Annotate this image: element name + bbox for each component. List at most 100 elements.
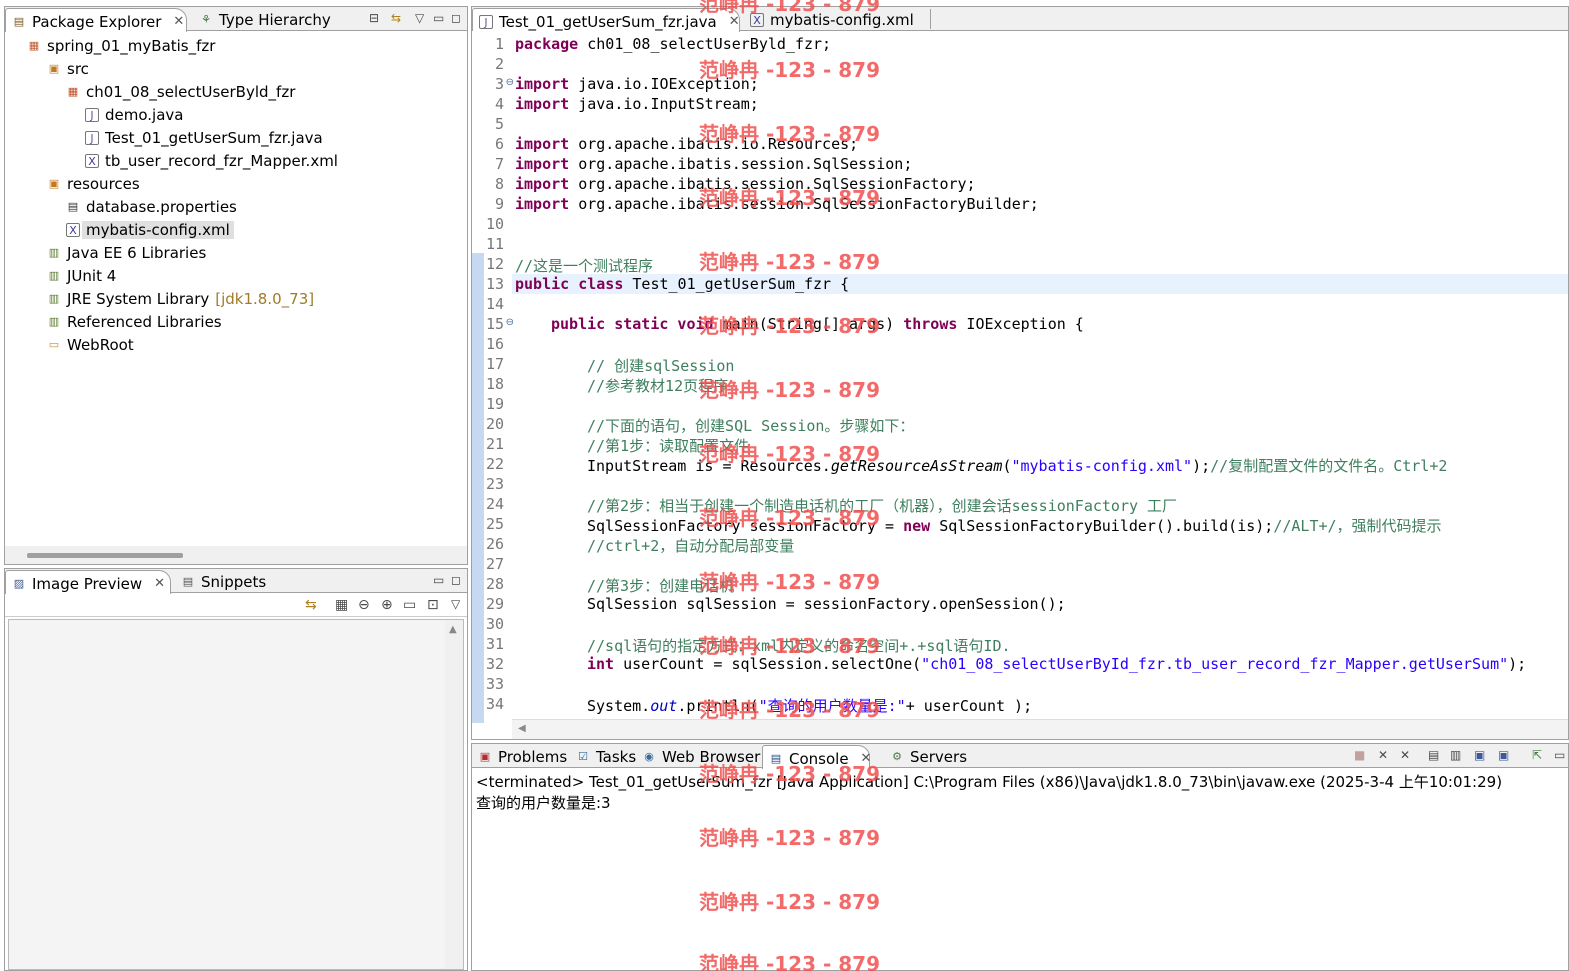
code-line-9: import org.apache.ibatis.session.SqlSess… xyxy=(515,195,1039,213)
code-area[interactable]: package ch01_08_selectUserByld_fzr; impo… xyxy=(472,31,1568,717)
code-text: org.apache.ibatis.session.SqlSessionFact… xyxy=(569,195,1039,213)
tree-item-mybatis-config[interactable]: X mybatis-config.xml xyxy=(66,218,234,241)
zoom-out-icon[interactable]: ⊖ xyxy=(358,597,370,613)
tree-item-database-properties[interactable]: ▤ database.properties xyxy=(66,195,237,218)
tab-console[interactable]: ▤ Console ✕ xyxy=(762,745,872,769)
tree-item-label: mybatis-config.xml xyxy=(82,220,234,239)
code-text: System. xyxy=(587,697,651,715)
code-text: ); xyxy=(1508,655,1527,673)
tree-item-junit[interactable]: ▥ JUnit 4 xyxy=(47,264,116,287)
scroll-left-icon[interactable]: ◀ xyxy=(518,723,526,734)
maximize-icon[interactable]: ◻ xyxy=(451,11,461,25)
tree-item-label: JUnit 4 xyxy=(67,266,117,285)
collapse-all-icon[interactable]: ⊟ xyxy=(369,11,379,25)
tab-mybatis-config[interactable]: X mybatis-config.xml xyxy=(744,8,922,30)
clear-console-icon[interactable]: ▤ xyxy=(1428,748,1439,762)
code-text: main(String[] args) xyxy=(713,315,904,333)
tab-type-hierarchy[interactable]: ⚘ Type Hierarchy xyxy=(193,8,339,30)
fit-window-icon[interactable]: ⊡ xyxy=(427,597,439,613)
tree-item-src[interactable]: ▣ src xyxy=(47,57,89,80)
console-icon: ▤ xyxy=(770,751,782,765)
java-file-icon: J xyxy=(85,130,99,145)
scroll-lock-icon[interactable]: ▥ xyxy=(1450,748,1461,762)
tree-item-project[interactable]: ▦ spring_01_myBatis_fzr xyxy=(27,34,216,57)
pin-console-icon[interactable]: ⇱ xyxy=(1532,748,1542,762)
tree-item-jre-library[interactable]: ▥ JRE System Library [jdk1.8.0_73] xyxy=(47,287,314,310)
view-menu-icon[interactable]: ▽ xyxy=(415,11,424,25)
tasks-icon: ☑ xyxy=(578,750,588,763)
tree-item-label: Referenced Libraries xyxy=(67,312,222,331)
close-icon[interactable]: ✕ xyxy=(861,751,872,766)
keyword: package xyxy=(515,35,579,53)
close-icon[interactable]: ✕ xyxy=(173,14,184,29)
library-icon: ▥ xyxy=(48,268,60,282)
code-line-15: public static void main(String[] args) t… xyxy=(551,315,1084,333)
tree-item-label: Test_01_getUserSum_fzr.java xyxy=(105,128,323,147)
scroll-up-icon[interactable]: ▲ xyxy=(449,624,457,635)
horizontal-scrollbar[interactable] xyxy=(5,546,467,564)
code-text: SqlSessionFactoryBuilder().build(is); xyxy=(930,517,1274,535)
tree-item-resources[interactable]: ▣ resources xyxy=(47,172,140,195)
tree-item-referenced-libraries[interactable]: ▥ Referenced Libraries xyxy=(47,310,222,333)
code-line-29: SqlSession sqlSession = sessionFactory.o… xyxy=(587,595,1066,613)
view-menu-icon[interactable]: ▽ xyxy=(451,597,460,611)
close-icon[interactable]: ✕ xyxy=(729,14,740,29)
keyword: int xyxy=(587,655,615,673)
scrollbar-thumb[interactable] xyxy=(27,553,183,558)
tree-item-package[interactable]: ▦ ch01_08_selectUserByld_fzr xyxy=(66,80,296,103)
properties-file-icon: ▤ xyxy=(67,199,79,213)
tab-image-preview[interactable]: ▨ Image Preview ✕ xyxy=(5,570,171,594)
string-literal: "查询的用户数量是:" xyxy=(758,697,906,715)
tree-item-test-java[interactable]: J Test_01_getUserSum_fzr.java xyxy=(85,126,323,149)
tab-snippets[interactable]: ▤ Snippets xyxy=(175,570,274,592)
remove-all-launches-icon[interactable]: ✕ xyxy=(1400,748,1410,762)
code-line-1: package ch01_08_selectUserByld_fzr; xyxy=(515,35,831,53)
code-text: InputStream is = Resources. xyxy=(587,457,831,475)
minimize-icon[interactable]: ▭ xyxy=(433,573,444,587)
code-line-24: //第2步：相当于创建一个制造电话机的工厂（机器），创建会话sessionFac… xyxy=(587,497,1178,515)
link-icon[interactable]: ⇆ xyxy=(305,597,317,613)
tab-test-java[interactable]: J Test_01_getUserSum_fzr.java ✕ xyxy=(472,8,740,32)
code-text: java.io.IOException; xyxy=(569,75,759,93)
keyword: import xyxy=(515,155,570,173)
tab-web-browser[interactable]: ◉ Web Browser xyxy=(636,745,768,767)
image-preview-tabbar: ▨ Image Preview ✕ ▤ Snippets ▭ ◻ xyxy=(5,569,467,594)
tree-item-mapper-xml[interactable]: X tb_user_record_fzr_Mapper.xml xyxy=(85,149,338,172)
code-text: ); xyxy=(1192,457,1211,475)
open-console-icon[interactable]: ▭ xyxy=(1554,748,1565,762)
tree-item-javaee-libraries[interactable]: ▥ Java EE 6 Libraries xyxy=(47,241,206,264)
code-line-21: //第1步：读取配置文件 xyxy=(587,437,750,455)
tab-label: Package Explorer xyxy=(32,12,162,31)
editor-horizontal-scrollbar[interactable]: ◀ xyxy=(512,719,1568,739)
code-line-13: public class Test_01_getUserSum_fzr { xyxy=(515,275,849,293)
comment: //复制配置文件的文件名。Ctrl+2 xyxy=(1210,457,1448,475)
minimize-icon[interactable]: ▭ xyxy=(433,11,444,25)
link-with-editor-icon[interactable]: ⇆ xyxy=(391,11,401,25)
show-on-stdout-icon[interactable]: ▣ xyxy=(1474,748,1485,762)
remove-launch-icon[interactable]: ✕ xyxy=(1378,748,1388,762)
fit-image-icon[interactable]: ▦ xyxy=(335,597,348,613)
console-view: ▣ Problems ☑ Tasks ◉ Web Browser ▤ Conso… xyxy=(471,743,1569,971)
package-explorer-icon: ▤ xyxy=(13,14,25,28)
tab-problems[interactable]: ▣ Problems xyxy=(472,745,575,767)
code-line-28: //第3步：创建电话机 xyxy=(587,577,735,595)
code-line-8: import org.apache.ibatis.session.SqlSess… xyxy=(515,175,976,193)
vertical-scrollbar[interactable]: ▲ xyxy=(445,620,463,969)
close-icon[interactable]: ✕ xyxy=(154,576,165,591)
tree-item-label: database.properties xyxy=(86,197,237,216)
tree-item-demo-java[interactable]: J demo.java xyxy=(85,103,183,126)
actual-size-icon[interactable]: ▭ xyxy=(403,597,416,613)
terminate-icon[interactable]: ■ xyxy=(1354,748,1365,762)
tab-package-explorer[interactable]: ▤ Package Explorer ✕ xyxy=(5,8,187,32)
package-explorer-view: ▤ Package Explorer ✕ ⚘ Type Hierarchy ⊟ … xyxy=(4,6,468,565)
show-on-stderr-icon[interactable]: ▣ xyxy=(1498,748,1509,762)
console-output-line: 查询的用户数量是:3 xyxy=(476,794,611,812)
console-tabbar: ▣ Problems ☑ Tasks ◉ Web Browser ▤ Conso… xyxy=(472,744,1568,769)
tab-servers[interactable]: ⚙ Servers xyxy=(884,745,975,767)
tab-tasks[interactable]: ☑ Tasks xyxy=(570,745,644,767)
zoom-in-icon[interactable]: ⊕ xyxy=(381,597,393,613)
maximize-icon[interactable]: ◻ xyxy=(451,573,461,587)
folder-icon: ▭ xyxy=(48,337,60,351)
tree-item-webroot[interactable]: ▭ WebRoot xyxy=(47,333,134,356)
keyword: import xyxy=(515,75,570,93)
